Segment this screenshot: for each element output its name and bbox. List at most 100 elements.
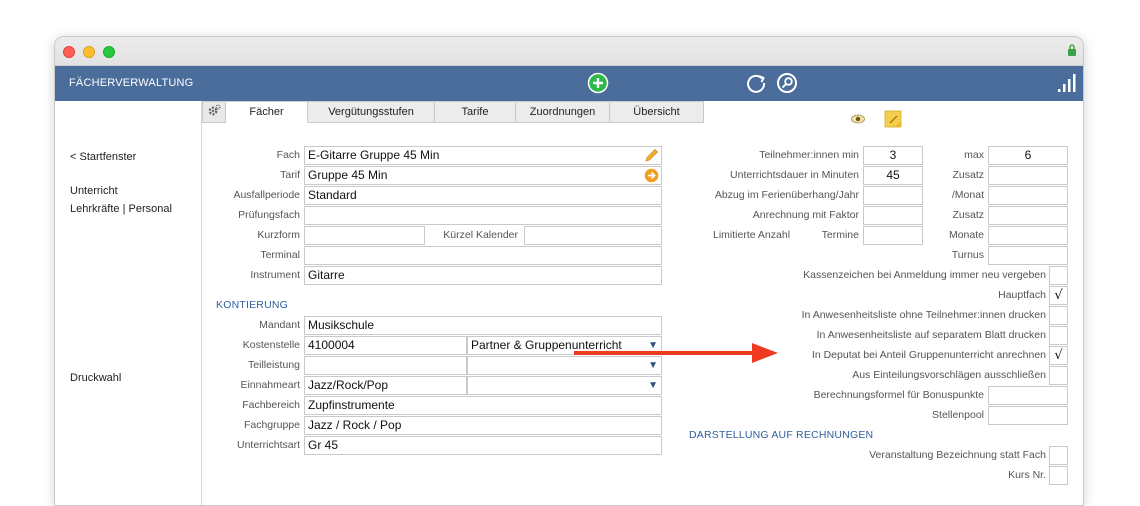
anwesenheit2-label: In Anwesenheitsliste auf separatem Blatt… (816, 329, 1046, 341)
dropdown-arrow-icon: ▼ (648, 380, 658, 391)
teilnehmer-min-label: Teilnehmer:innen min (759, 149, 859, 161)
tab-zuordnungen[interactable]: Zuordnungen (516, 101, 610, 123)
einnahmeart-label: Einnahmeart (240, 379, 300, 391)
anwesenheit1-label: In Anwesenheitsliste ohne Teilnehmer:inn… (801, 309, 1046, 321)
fachgruppe-field[interactable]: Jazz / Rock / Pop (304, 416, 662, 435)
anwesenheit2-checkbox[interactable] (1049, 326, 1068, 345)
abzug-label: Abzug im Ferienüberhang/Jahr (714, 189, 859, 201)
einteilung-checkbox[interactable] (1049, 366, 1068, 385)
section-kontierung: KONTIERUNG (216, 299, 289, 311)
teilleistung-label: Teilleistung (248, 359, 300, 371)
back-to-start-link[interactable]: < Startfenster (70, 151, 136, 163)
annotation-arrow (574, 343, 778, 363)
bonus-label: Berechnungsformel für Bonuspunkte (813, 389, 984, 401)
ausfall-label: Ausfallperiode (233, 189, 300, 201)
max-field[interactable]: 6 (988, 146, 1068, 165)
hauptfach-label: Hauptfach (998, 289, 1046, 301)
terminal-field[interactable] (304, 246, 662, 265)
zusatz2-label: Zusatz (952, 209, 984, 221)
monat-label: /Monat (951, 189, 984, 201)
refresh-icon[interactable] (745, 72, 767, 94)
instrument-field[interactable]: Gitarre (304, 266, 662, 285)
pruefung-field[interactable] (304, 206, 662, 225)
abzug-field[interactable] (863, 186, 923, 205)
veranstaltung-checkbox[interactable] (1049, 446, 1068, 465)
app-title: FÄCHERVERWALTUNG (69, 77, 194, 89)
add-icon[interactable] (587, 72, 609, 94)
kostenstelle-field[interactable]: 4100004 (304, 336, 467, 355)
stellenpool-label: Stellenpool (932, 409, 984, 421)
zusatz2-field[interactable] (988, 206, 1068, 225)
unterrichtsart-field[interactable]: Gr 45 (304, 436, 662, 455)
go-arrow-icon[interactable] (644, 168, 659, 183)
tarif-value: Gruppe 45 Min (308, 168, 388, 182)
app-header: FÄCHERVERWALTUNG (55, 66, 1083, 101)
kassenzeichen-checkbox[interactable] (1049, 266, 1068, 285)
deputat-checkbox[interactable]: √ (1049, 346, 1068, 365)
limitierte-label: Limitierte Anzahl (713, 229, 791, 241)
dauer-field[interactable]: 45 (863, 166, 923, 185)
edit-pencil-icon[interactable] (644, 148, 659, 163)
anrechnung-field[interactable] (863, 206, 923, 225)
fachbereich-field[interactable]: Zupfinstrumente (304, 396, 662, 415)
kostenstelle-label: Kostenstelle (242, 339, 300, 351)
tab-faecher[interactable]: Fächer (226, 101, 308, 123)
einnahmeart-field[interactable]: Jazz/Rock/Pop (304, 376, 467, 395)
fach-value: E-Gitarre Gruppe 45 Min (308, 148, 440, 162)
kurzform-field[interactable] (304, 226, 425, 245)
settings-tab[interactable] (202, 101, 226, 123)
kassenzeichen-label: Kassenzeichen bei Anmeldung immer neu ve… (803, 269, 1046, 281)
zusatz-label: Zusatz (952, 169, 984, 181)
fachgruppe-label: Fachgruppe (243, 419, 300, 431)
dauer-label: Unterrichtsdauer in Minuten (730, 169, 859, 181)
turnus-field[interactable] (988, 246, 1068, 265)
kurs-checkbox[interactable] (1049, 466, 1068, 485)
close-window-button[interactable] (63, 46, 75, 58)
tab-uebersicht[interactable]: Übersicht (610, 101, 704, 123)
title-bar (55, 37, 1083, 66)
mandant-field[interactable]: Musikschule (304, 316, 662, 335)
sidebar: < Startfenster Unterricht Lehrkräfte | P… (55, 101, 202, 505)
note-icon[interactable] (884, 110, 902, 128)
kuerzel-field[interactable] (524, 226, 662, 245)
anwesenheit1-checkbox[interactable] (1049, 306, 1068, 325)
zoom-window-button[interactable] (103, 46, 115, 58)
hauptfach-checkbox[interactable]: √ (1049, 286, 1068, 305)
teilleistung-field[interactable] (304, 356, 467, 375)
monate-field[interactable] (988, 226, 1068, 245)
fach-label: Fach (276, 149, 300, 161)
sidebar-item-druckwahl[interactable]: Druckwahl (70, 372, 121, 384)
tab-tarife[interactable]: Tarife (435, 101, 516, 123)
minimize-window-button[interactable] (83, 46, 95, 58)
termine-label: Termine (821, 229, 859, 241)
kuerzel-label: Kürzel Kalender (443, 229, 518, 241)
monat-field[interactable] (988, 186, 1068, 205)
view-icon[interactable] (851, 114, 865, 124)
instrument-label: Instrument (250, 269, 300, 281)
sidebar-item-unterricht[interactable]: Unterricht (70, 185, 118, 197)
tab-verguetungsstufen[interactable]: Vergütungsstufen (308, 101, 435, 123)
zusatz-field[interactable] (988, 166, 1068, 185)
turnus-label: Turnus (951, 249, 984, 261)
sidebar-item-lehrkraefte[interactable]: Lehrkräfte | Personal (70, 203, 172, 215)
bonus-field[interactable] (988, 386, 1068, 405)
fachbereich-label: Fachbereich (242, 399, 300, 411)
termine-field[interactable] (863, 226, 923, 245)
unterrichtsart-label: Unterrichtsart (236, 439, 300, 451)
stellenpool-field[interactable] (988, 406, 1068, 425)
search-icon[interactable] (776, 72, 798, 94)
app-window: FÄCHERVERWALTUNG < Startfenster Unterric… (54, 36, 1084, 506)
teilnehmer-min-field[interactable]: 3 (863, 146, 923, 165)
gear-icon (208, 104, 221, 116)
tarif-label: Tarif (280, 169, 300, 181)
kurzform-label: Kurzform (257, 229, 300, 241)
einnahmeart-select[interactable]: ▼ (467, 376, 662, 395)
tarif-field[interactable]: Gruppe 45 Min (304, 166, 662, 185)
max-label: max (964, 149, 984, 161)
mandant-label: Mandant (259, 319, 300, 331)
veranstaltung-label: Veranstaltung Bezeichnung statt Fach (869, 449, 1046, 461)
lock-icon[interactable] (1067, 43, 1077, 57)
fach-field[interactable]: E-Gitarre Gruppe 45 Min (304, 146, 662, 165)
signal-icon[interactable] (1056, 72, 1078, 94)
ausfall-field[interactable]: Standard (304, 186, 662, 205)
